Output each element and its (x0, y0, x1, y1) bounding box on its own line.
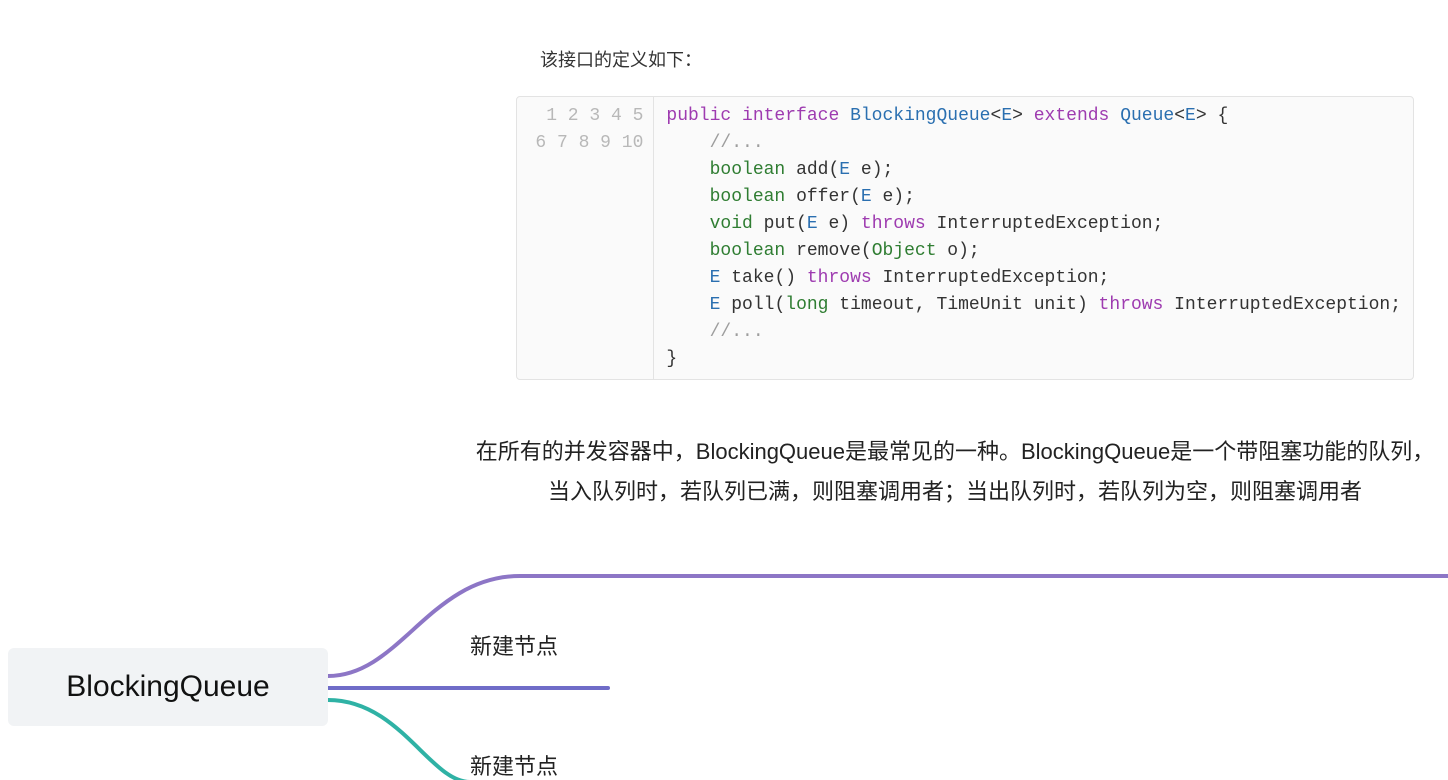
branch-top (328, 576, 1448, 676)
mindmap-root-node[interactable]: BlockingQueue (8, 648, 328, 726)
code-gutter: 1 2 3 4 5 6 7 8 9 10 (517, 97, 654, 379)
mindmap-child-node[interactable]: 新建节点 (470, 629, 558, 661)
mindmap-root-label: BlockingQueue (66, 670, 269, 703)
code-body: public interface BlockingQueue<E> extend… (654, 97, 1413, 379)
mindmap-canvas: 该接口的定义如下： 1 2 3 4 5 6 7 8 9 10 public in… (0, 0, 1448, 780)
description-text: 在所有的并发容器中，BlockingQueue是最常见的一种。BlockingQ… (470, 432, 1440, 512)
intro-text: 该接口的定义如下： (540, 46, 702, 72)
mindmap-child-label: 新建节点 (470, 754, 558, 779)
code-block: 1 2 3 4 5 6 7 8 9 10 public interface Bl… (516, 96, 1414, 380)
branch-bot (328, 700, 608, 780)
mindmap-child-label: 新建节点 (470, 634, 558, 659)
mindmap-child-node[interactable]: 新建节点 (470, 749, 558, 780)
